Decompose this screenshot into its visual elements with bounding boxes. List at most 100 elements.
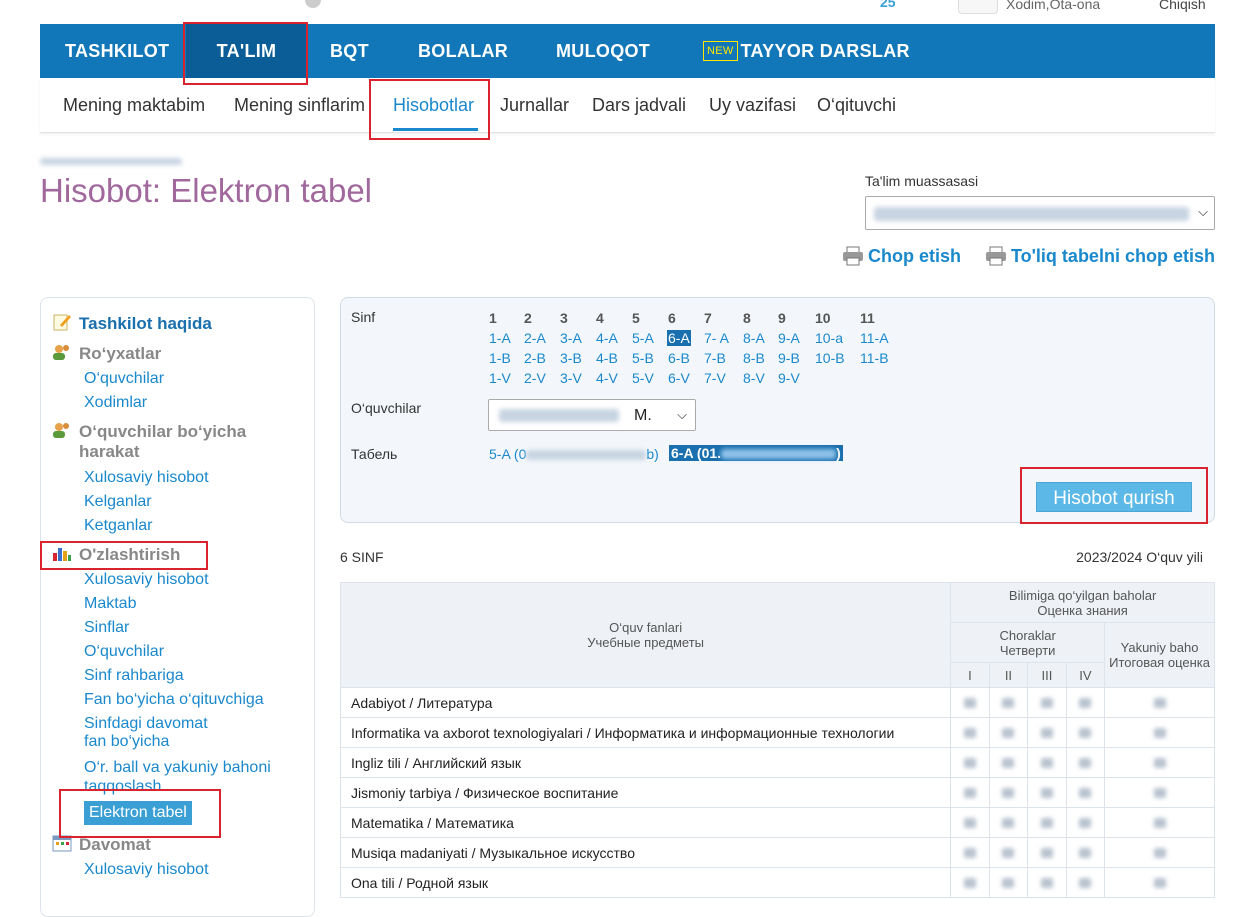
class-link[interactable]: 9-V: [778, 370, 800, 386]
class-link[interactable]: 2-B: [524, 350, 546, 366]
class-link[interactable]: 6-V: [668, 370, 690, 386]
subnav-hisobotlar[interactable]: Hisobotlar: [393, 78, 474, 132]
redacted-grade: [1002, 727, 1015, 738]
class-link[interactable]: 4-V: [596, 370, 618, 386]
class-link[interactable]: 10-B: [815, 350, 845, 366]
sidebar-lists-students[interactable]: O‘quvchilar: [84, 370, 164, 388]
subnav-oqituvchi[interactable]: O‘qituvchi: [817, 78, 896, 132]
sidebar-mastery-class-head[interactable]: Sinf rahbariga: [84, 667, 184, 685]
class-link[interactable]: 1-A: [489, 330, 511, 346]
sidebar-attendance-summary[interactable]: Xulosaviy hisobot: [84, 861, 209, 879]
nav-bqt[interactable]: BQT: [330, 24, 369, 78]
redacted-grade: [1040, 877, 1053, 888]
sub-nav: Mening maktabim Mening sinflarim Hisobot…: [40, 78, 1215, 133]
nav-muloqot[interactable]: MULOQOT: [556, 24, 650, 78]
class-link[interactable]: 5-B: [632, 350, 654, 366]
class-link[interactable]: 11-B: [860, 350, 889, 366]
class-link[interactable]: 8-V: [743, 370, 765, 386]
subnav-mening-sinflarim[interactable]: Mening sinflarim: [234, 78, 365, 132]
class-link[interactable]: 3-V: [560, 370, 582, 386]
student-select[interactable]: M. ⌵: [488, 399, 696, 431]
subject-cell: Informatika va axborot texnologiyalari /…: [339, 717, 952, 748]
notification-counter[interactable]: 25: [880, 0, 896, 10]
sidebar-mastery-compare[interactable]: O‘r. ball va yakuniy bahoni taqqoslash: [84, 758, 271, 796]
subnav-dars-jadvali[interactable]: Dars jadvali: [592, 78, 686, 132]
sidebar-movement-left[interactable]: Ketganlar: [84, 517, 153, 535]
sidebar-org-about[interactable]: Tashkilot haqida: [79, 314, 212, 334]
sidebar-mastery-students[interactable]: O‘quvchilar: [84, 643, 164, 661]
institution-label: Ta'lim muassasasi: [865, 173, 979, 189]
print-full-link[interactable]: To'liq tabelni chop etish: [985, 246, 1215, 267]
sidebar-mastery-attendance[interactable]: Sinfdagi davomat fan bo‘yicha: [84, 715, 208, 751]
class-link[interactable]: 9-A: [778, 330, 800, 346]
class-link[interactable]: 1-B: [489, 350, 511, 366]
class-link[interactable]: 6-A: [667, 330, 691, 346]
final-grade-cell: [1104, 717, 1215, 748]
class-link[interactable]: 1-V: [489, 370, 511, 386]
quarter-grade-cell: [988, 747, 1029, 778]
print-link[interactable]: Chop etish: [842, 246, 961, 267]
class-link[interactable]: 9-B: [778, 350, 800, 366]
redacted-grade: [1040, 787, 1053, 798]
grade-10: 10: [815, 310, 831, 326]
logout-link[interactable]: Chiqish: [1159, 0, 1206, 12]
grade-7: 7: [704, 310, 712, 326]
subnav-mening-maktabim[interactable]: Mening maktabim: [63, 78, 205, 132]
class-link[interactable]: 7-V: [704, 370, 726, 386]
sidebar-mastery-heading: O'zlashtirish: [79, 545, 181, 564]
final-grade-cell: [1104, 687, 1215, 718]
class-link[interactable]: 2-V: [524, 370, 546, 386]
redacted-grade: [1002, 877, 1015, 888]
settings-icon[interactable]: [305, 0, 321, 8]
class-link[interactable]: 5-A: [632, 330, 654, 346]
quarter-grade-cell: [1065, 687, 1106, 718]
tabel-link-prev[interactable]: 5-A (0 b): [489, 446, 659, 462]
tabel-curr-dates: [721, 449, 837, 459]
sidebar-movement-arrived[interactable]: Kelganlar: [84, 493, 152, 511]
redacted-grade: [1002, 787, 1015, 798]
class-link[interactable]: 5-V: [632, 370, 654, 386]
redacted-grade: [963, 847, 976, 858]
class-link[interactable]: 7- A: [704, 330, 729, 346]
class-link[interactable]: 3-A: [560, 330, 582, 346]
class-link[interactable]: 3-B: [560, 350, 582, 366]
tabel-link-current[interactable]: 6-A (01.): [669, 445, 843, 461]
class-link[interactable]: 2-A: [524, 330, 546, 346]
quarters-header-uz: Choraklar: [999, 627, 1056, 643]
printer-icon: [986, 246, 1006, 266]
subjects-header: O‘quv fanlari Учебные предметы: [339, 582, 952, 688]
sidebar-mastery-school[interactable]: Maktab: [84, 595, 136, 613]
nav-tayyor-darslar[interactable]: NEW TAYYOR DARSLAR: [703, 24, 910, 78]
users-icon: [53, 423, 69, 438]
breadcrumb[interactable]: [40, 152, 182, 165]
nav-tashkilot[interactable]: TASHKILOT: [65, 24, 169, 78]
sidebar-mastery-summary[interactable]: Xulosaviy hisobot: [84, 571, 209, 589]
class-link[interactable]: 4-A: [596, 330, 618, 346]
nav-talim[interactable]: TA'LIM: [186, 24, 307, 78]
quarter-grade-cell: [950, 837, 990, 868]
nav-bolalar[interactable]: BOLALAR: [418, 24, 508, 78]
subnav-jurnallar[interactable]: Jurnallar: [500, 78, 569, 132]
class-link[interactable]: 6-B: [668, 350, 690, 366]
students-label: O‘quvchilar: [351, 400, 422, 416]
subnav-uy-vazifasi[interactable]: Uy vazifasi: [709, 78, 796, 132]
institution-select[interactable]: ⌵: [865, 196, 1215, 230]
sidebar-mastery-etabel[interactable]: Elektron tabel: [84, 801, 192, 825]
table-row: Ona tili / Родной язык: [339, 867, 1215, 898]
user-role[interactable]: Xodim,Ota-ona: [1006, 0, 1100, 12]
class-link[interactable]: 11-A: [860, 330, 889, 346]
redacted-grade: [963, 727, 976, 738]
sidebar-mastery-subject-teacher[interactable]: Fan bo‘yicha o‘qituvchiga: [84, 691, 264, 709]
redacted-grade: [1153, 877, 1166, 888]
class-link[interactable]: 8-A: [743, 330, 765, 346]
class-link[interactable]: 7-B: [704, 350, 726, 366]
class-link[interactable]: 10-a: [815, 330, 843, 346]
class-link[interactable]: 4-B: [596, 350, 618, 366]
quarter-grade-cell: [950, 867, 990, 898]
build-report-button[interactable]: Hisobot qurish: [1036, 482, 1192, 512]
sidebar-lists-staff[interactable]: Xodimlar: [84, 394, 147, 412]
sidebar-movement-summary[interactable]: Xulosaviy hisobot: [84, 469, 209, 487]
class-link[interactable]: 8-B: [743, 350, 765, 366]
sidebar-mastery-classes[interactable]: Sinflar: [84, 619, 129, 637]
avatar[interactable]: [958, 0, 998, 14]
